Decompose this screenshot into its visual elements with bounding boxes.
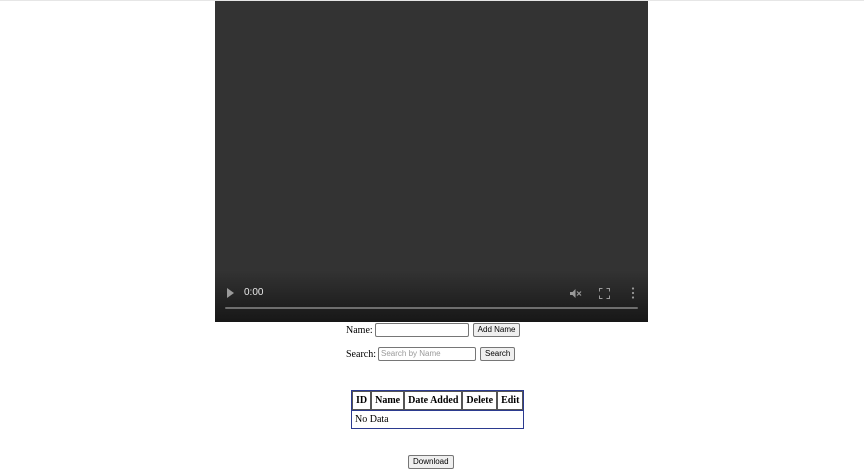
muted-volume-icon[interactable] — [570, 288, 582, 299]
play-icon[interactable] — [227, 288, 234, 298]
fullscreen-icon[interactable] — [599, 288, 610, 299]
table-header-row: ID Name Date Added Delete Edit — [352, 391, 524, 410]
add-name-button[interactable]: Add Name — [472, 323, 521, 337]
column-header-name: Name — [371, 391, 405, 410]
table-row: No Data — [352, 410, 524, 428]
more-options-icon[interactable] — [629, 287, 637, 299]
video-controls-bar — [215, 270, 648, 322]
video-time: 0:00 — [244, 287, 264, 298]
name-label: Name: — [346, 324, 373, 336]
search-input[interactable]: Search by Name — [378, 347, 476, 361]
names-table: ID Name Date Added Delete Edit No Data — [351, 390, 525, 429]
download-button[interactable]: Download — [408, 455, 454, 469]
name-input[interactable] — [374, 323, 469, 337]
search-row: Search: Search by Name Search — [346, 347, 516, 361]
empty-table-message: No Data — [352, 410, 524, 428]
column-header-id: ID — [352, 391, 372, 410]
add-name-row: Name: Add Name — [346, 323, 521, 337]
video-player[interactable] — [215, 1, 648, 322]
search-button[interactable]: Search — [480, 347, 516, 361]
search-label: Search: — [346, 348, 376, 360]
video-progress-bar[interactable] — [225, 307, 638, 309]
column-header-edit: Edit — [497, 391, 524, 410]
column-header-delete: Delete — [462, 391, 498, 410]
column-header-date-added: Date Added — [404, 391, 463, 410]
